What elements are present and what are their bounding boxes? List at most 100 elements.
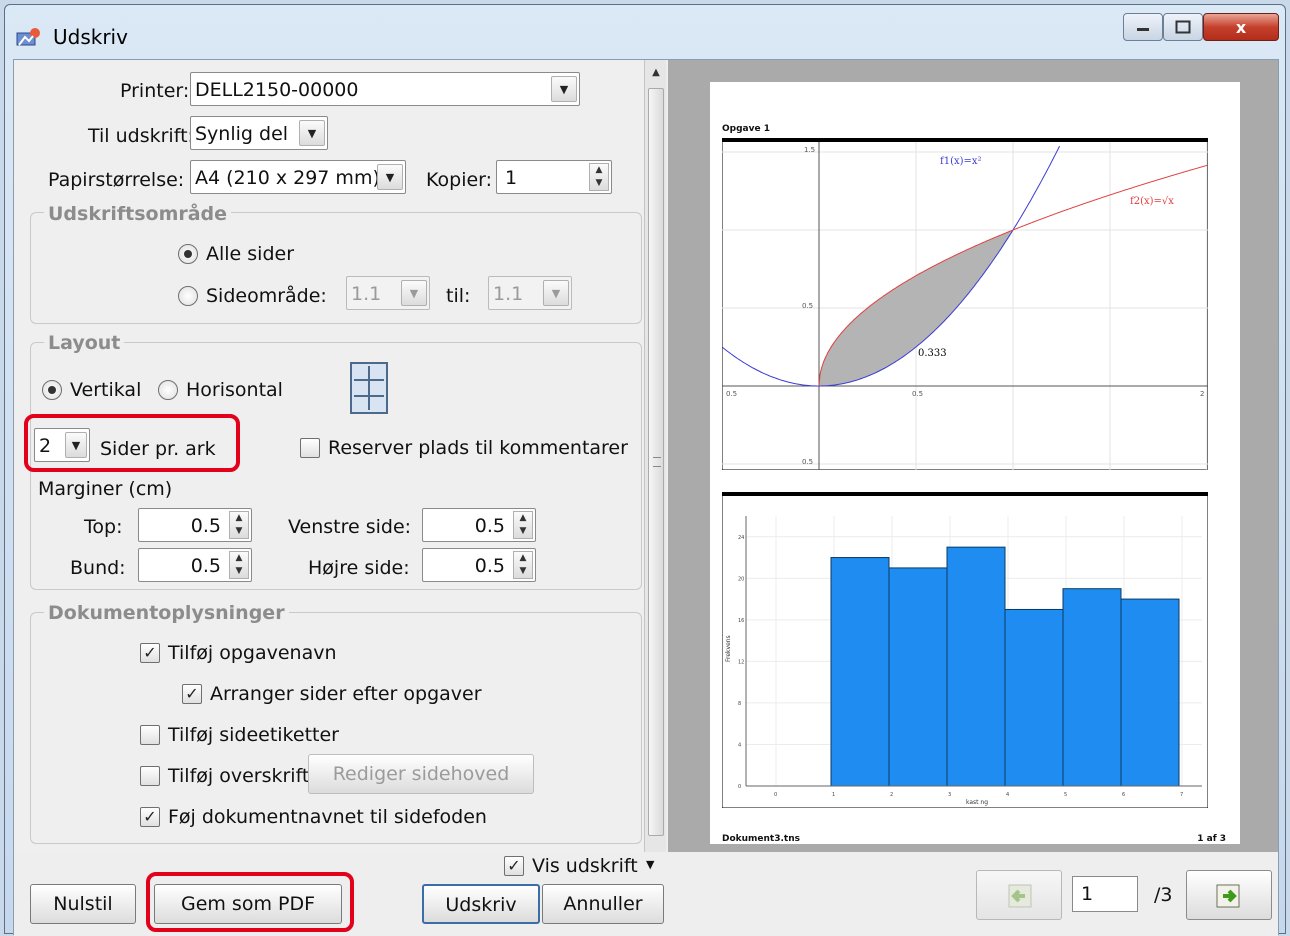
x-axis-label: kast ng xyxy=(966,799,988,806)
page-range-label: Sideområde: xyxy=(206,285,327,307)
chevron-down-icon: ▼ xyxy=(543,280,569,306)
add-header-label: Tilføj overskrift xyxy=(168,765,310,787)
histogram-bar xyxy=(1120,598,1180,787)
maximize-icon xyxy=(1175,20,1191,34)
margin-bottom-label: Bund: xyxy=(70,557,126,579)
copies-value: 1 xyxy=(505,167,518,189)
document-info-title: Dokumentoplysninger xyxy=(44,602,289,624)
minimize-button[interactable] xyxy=(1123,13,1163,41)
dialog-button-bar: ✓ Vis udskrift ▼ Nulstil Gem som PDF Uds… xyxy=(14,852,1278,936)
spinner-arrows-icon[interactable]: ▲ ▼ xyxy=(229,511,249,539)
chevron-down-icon: ▼ xyxy=(377,164,403,190)
close-button[interactable]: x xyxy=(1203,13,1279,41)
histogram-bar xyxy=(1062,588,1122,787)
printer-select[interactable]: DELL2150-00000 ▼ xyxy=(190,72,580,106)
add-task-name-checkbox[interactable]: ✓ xyxy=(140,643,160,663)
all-pages-radio[interactable] xyxy=(178,244,198,264)
margin-top-spinner[interactable]: 0.5 ▲ ▼ xyxy=(138,508,252,542)
add-docname-footer-checkbox[interactable]: ✓ xyxy=(140,807,160,827)
portrait-label: Vertikal xyxy=(70,379,142,401)
y-tick-label: 1.5 xyxy=(804,146,815,154)
page-total-label: /3 xyxy=(1154,884,1173,906)
highlight-save-pdf xyxy=(146,872,354,932)
page-range-from-select[interactable]: 1.1 ▼ xyxy=(346,276,430,310)
grip-icon xyxy=(653,457,661,467)
histogram-bar xyxy=(888,567,948,787)
reserve-comments-checkbox[interactable] xyxy=(300,438,320,458)
print-button[interactable]: Udskriv xyxy=(422,884,540,924)
margin-bottom-spinner[interactable]: 0.5 ▲ ▼ xyxy=(138,548,252,582)
x-tick-label: 3 xyxy=(948,792,951,798)
chevron-down-icon: ▼ xyxy=(551,76,577,102)
portrait-radio[interactable] xyxy=(42,380,62,400)
show-preview-checkbox[interactable]: ✓ xyxy=(504,856,524,876)
reset-button[interactable]: Nulstil xyxy=(30,884,136,924)
title-bar[interactable]: Udskriv x xyxy=(5,5,1285,61)
y-tick-label: 12 xyxy=(738,659,744,665)
histogram-bar xyxy=(830,557,890,787)
page-range-to-select[interactable]: 1.1 ▼ xyxy=(488,276,572,310)
print-what-select[interactable]: Synlig del ▼ xyxy=(190,116,328,150)
settings-scrollbar[interactable]: ▲ xyxy=(644,60,666,852)
print-range-title: Udskriftsområde xyxy=(44,203,232,225)
y-tick-label: 4 xyxy=(738,742,741,748)
preview-page-title: Opgave 1 xyxy=(722,124,770,134)
margin-right-spinner[interactable]: 0.5 ▲ ▼ xyxy=(422,548,536,582)
add-page-labels-checkbox[interactable] xyxy=(140,725,160,745)
next-page-button[interactable] xyxy=(1186,870,1272,920)
printer-label: Printer: xyxy=(120,80,190,102)
scroll-up-arrow-icon[interactable]: ▲ xyxy=(647,64,665,82)
x-tick-label: 5 xyxy=(1064,792,1067,798)
all-pages-label: Alle sider xyxy=(206,243,295,265)
previous-page-button[interactable] xyxy=(976,870,1062,920)
edit-header-button[interactable]: Rediger sidehoved xyxy=(308,754,534,794)
print-what-value: Synlig del xyxy=(195,123,289,145)
area-label: 0.333 xyxy=(918,348,947,359)
printer-value: DELL2150-00000 xyxy=(195,79,359,101)
show-preview-label: Vis udskrift xyxy=(532,855,638,877)
margin-right-label: Højre side: xyxy=(308,557,410,579)
margin-top-label: Top: xyxy=(84,516,123,538)
x-tick-label: 7 xyxy=(1180,792,1183,798)
close-icon: x xyxy=(1235,17,1247,37)
copies-spinner[interactable]: 1 ▲ ▼ xyxy=(496,160,612,194)
y-tick-label: 8 xyxy=(738,701,741,707)
highlight-pages-per-sheet xyxy=(24,414,240,472)
landscape-label: Horisontal xyxy=(186,379,283,401)
x-tick-label: 4 xyxy=(1006,792,1009,798)
landscape-radio[interactable] xyxy=(158,380,178,400)
add-header-checkbox[interactable] xyxy=(140,766,160,786)
spinner-arrows-icon[interactable]: ▲ ▼ xyxy=(589,163,609,191)
page-layout-grid-icon xyxy=(350,362,388,414)
spinner-arrows-icon[interactable]: ▲ ▼ xyxy=(513,511,533,539)
scrollbar-thumb[interactable] xyxy=(648,88,664,836)
add-page-labels-label: Tilføj sideetiketter xyxy=(168,724,339,746)
minimize-icon xyxy=(1137,28,1149,31)
maximize-button[interactable] xyxy=(1163,13,1203,41)
add-task-name-label: Tilføj opgavenavn xyxy=(168,642,337,664)
layout-title: Layout xyxy=(44,332,125,354)
preview-footer-page: 1 af 3 xyxy=(1197,834,1226,844)
preview-footer-docname: Dokument3.tns xyxy=(722,834,800,844)
paper-size-select[interactable]: A4 (210 x 297 mm) ▼ xyxy=(190,160,406,194)
page-number-input[interactable]: 1 xyxy=(1072,876,1138,912)
f1-label: f1(x)=x² xyxy=(940,156,982,167)
page-range-to-label: til: xyxy=(446,285,471,307)
spinner-arrows-icon[interactable]: ▲ ▼ xyxy=(513,551,533,579)
arrow-right-icon xyxy=(1216,884,1240,908)
print-dialog-window: Udskriv x Printer: DELL2150-00000 ▼ Til … xyxy=(4,4,1286,936)
y-tick-label: 20 xyxy=(738,576,744,582)
margins-title: Marginer (cm) xyxy=(38,478,173,500)
cancel-button[interactable]: Annuller xyxy=(542,884,664,924)
arrange-pages-checkbox[interactable]: ✓ xyxy=(182,684,202,704)
spinner-arrows-icon[interactable]: ▲ ▼ xyxy=(229,551,249,579)
page-range-radio[interactable] xyxy=(178,286,198,306)
margin-bottom-value: 0.5 xyxy=(190,555,221,577)
margin-left-spinner[interactable]: 0.5 ▲ ▼ xyxy=(422,508,536,542)
paper-size-value: A4 (210 x 297 mm) xyxy=(195,167,380,189)
x-tick-label: 0.5 xyxy=(726,390,737,398)
chevron-down-icon[interactable]: ▼ xyxy=(646,858,654,871)
f2-label: f2(x)=√x xyxy=(1130,196,1174,207)
add-docname-footer-label: Føj dokumentnavnet til sidefoden xyxy=(168,806,487,828)
page-number-value: 1 xyxy=(1081,883,1094,905)
